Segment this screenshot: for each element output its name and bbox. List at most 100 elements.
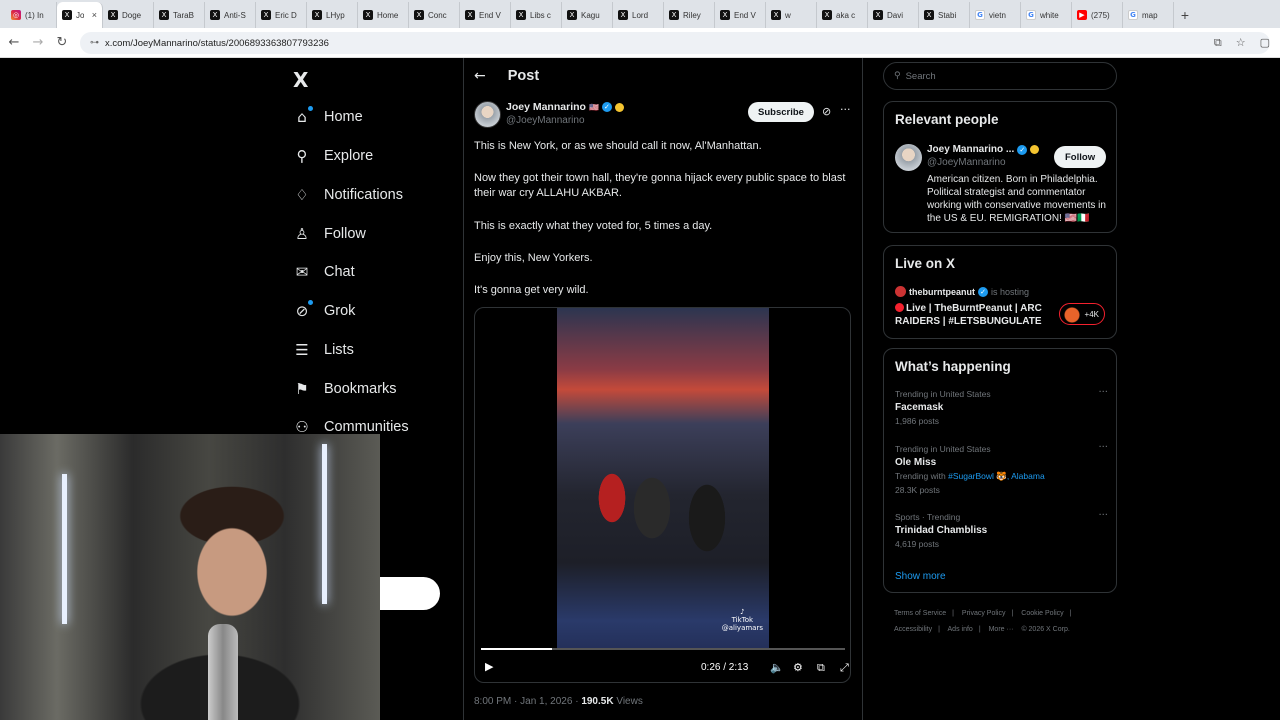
relevant-person-name[interactable]: Joey Mannarino ... ✓	[927, 144, 1040, 155]
trend-context-link[interactable]: #SugarBowl 🐯, Alabama	[948, 471, 1045, 481]
nav-explore-label: Explore	[324, 148, 374, 164]
views-count: 190.5K	[581, 696, 614, 707]
forward-icon[interactable]: →	[26, 35, 50, 50]
browser-tab[interactable]: Gwhite	[1021, 2, 1072, 28]
nav-notifications[interactable]: ♢ Notifications	[293, 183, 403, 207]
settings-icon[interactable]: ⚙	[793, 661, 803, 674]
browser-tab-strip: ◎ (1) In X Jo × X Doge X TaraB X Anti-S X Eric D X LHy…	[0, 0, 1280, 28]
nav-home[interactable]: ⌂ Home	[293, 105, 363, 129]
picture-in-picture-icon[interactable]: ⧉	[817, 661, 825, 675]
trend-name[interactable]: Facemask	[895, 402, 1110, 413]
author-name[interactable]: Joey Mannarino 🇺🇸 ✓	[506, 101, 624, 113]
x-icon: X	[363, 10, 373, 20]
bookmark-star-icon[interactable]: ☆	[1236, 36, 1246, 50]
nav-chat[interactable]: ✉ Chat	[293, 260, 355, 284]
more-options-icon[interactable]: ···	[840, 103, 851, 116]
x-icon: X	[720, 10, 730, 20]
show-more-link[interactable]: Show more	[895, 571, 946, 582]
browser-tab[interactable]: X Lord	[613, 2, 664, 28]
back-arrow-icon[interactable]: ←	[474, 68, 486, 84]
nav-lists[interactable]: ☰ Lists	[293, 338, 354, 362]
nav-grok[interactable]: ⊘ Grok	[293, 299, 355, 323]
browser-tab[interactable]: Gmap	[1123, 2, 1174, 28]
nav-explore[interactable]: ⚲ Explore	[293, 144, 374, 168]
relevant-person-handle[interactable]: @JoeyMannarino	[927, 157, 1006, 168]
trend-item[interactable]: Trending in United States Facemask 1,986…	[895, 387, 1110, 426]
browser-tab[interactable]: X Home	[358, 2, 409, 28]
browser-tab[interactable]: X Eric D	[256, 2, 307, 28]
avatar[interactable]	[474, 101, 501, 128]
x-logo[interactable]: X	[293, 68, 308, 92]
new-tab-icon[interactable]: +	[1174, 2, 1196, 28]
author-handle[interactable]: @JoeyMannarino	[506, 115, 585, 126]
footer-link[interactable]: Terms of Service	[894, 610, 946, 617]
subscribe-button[interactable]: Subscribe	[748, 102, 814, 122]
footer-link[interactable]: Ads info	[948, 626, 973, 633]
browser-tab[interactable]: X TaraB	[154, 2, 205, 28]
author-name-text[interactable]: Joey Mannarino	[506, 101, 586, 113]
live-listener-count[interactable]: +4K	[1059, 303, 1105, 325]
fullscreen-icon[interactable]: ⤢	[840, 661, 849, 675]
close-tab-icon[interactable]: ×	[92, 10, 97, 20]
search-box[interactable]: ⚲	[883, 62, 1117, 90]
live-stream-title-text[interactable]: Live | TheBurntPeanut | ARC RAIDERS | #L…	[895, 303, 1042, 327]
volume-icon[interactable]: 🔈	[770, 661, 784, 674]
footer-link[interactable]: Accessibility	[894, 626, 932, 633]
play-icon[interactable]: ▶	[485, 660, 493, 673]
more-options-icon[interactable]: ···	[1098, 387, 1108, 398]
install-icon[interactable]: ⧉	[1214, 36, 1222, 50]
video-frame[interactable]: ♪ TikTok @aliyamars	[557, 308, 769, 648]
browser-tab-label: End V	[734, 10, 756, 20]
x-icon: X	[261, 10, 271, 20]
browser-tab[interactable]: X Conc	[409, 2, 460, 28]
more-options-icon[interactable]: ···	[1098, 442, 1108, 453]
browser-tab[interactable]: X End V	[460, 2, 511, 28]
browser-tab[interactable]: X Davi	[868, 2, 919, 28]
url-text[interactable]: x.com/JoeyMannarino/status/2006893363807…	[105, 38, 329, 49]
video-player[interactable]: ♪ TikTok @aliyamars ▶ 0:26 / 2:13 🔈 ⚙ ⧉ …	[474, 307, 851, 683]
follow-button[interactable]: Follow	[1054, 146, 1107, 168]
browser-tab[interactable]: X End V	[715, 2, 766, 28]
browser-tab[interactable]: X LHyp	[307, 2, 358, 28]
address-bar[interactable]: ⊶ x.com/JoeyMannarino/status/20068933638…	[80, 32, 1270, 54]
trend-name[interactable]: Trinidad Chambliss	[895, 525, 1110, 536]
back-icon[interactable]: ←	[2, 35, 26, 50]
browser-tab[interactable]: X Kagu	[562, 2, 613, 28]
browser-tab[interactable]: Xw	[766, 2, 817, 28]
live-host[interactable]: theburntpeanut ✓ is hosting	[895, 286, 1029, 297]
avatar[interactable]	[895, 144, 922, 171]
browser-tab[interactable]: X Jo ×	[57, 2, 103, 28]
trend-item[interactable]: Sports · Trending Trinidad Chambliss 4,6…	[895, 510, 1110, 549]
footer-link[interactable]: Cookie Policy	[1021, 610, 1063, 617]
browser-tab[interactable]: X Doge	[103, 2, 154, 28]
browser-tab[interactable]: Xaka c	[817, 2, 868, 28]
extensions-icon[interactable]: ▢	[1260, 36, 1270, 50]
post-timestamp[interactable]: 8:00 PM · Jan 1, 2026	[474, 696, 572, 707]
relevant-person-name-text[interactable]: Joey Mannarino ...	[927, 144, 1014, 155]
site-info-icon[interactable]: ⊶	[90, 38, 99, 48]
nav-bookmarks[interactable]: ⚑ Bookmarks	[293, 377, 396, 401]
video-progress-bar[interactable]	[481, 648, 845, 650]
nav-follow[interactable]: ♙ Follow	[293, 222, 366, 246]
post-button-partial[interactable]	[380, 577, 440, 610]
host-name[interactable]: theburntpeanut	[909, 287, 975, 297]
add-person-icon: ♙	[295, 225, 309, 243]
search-input[interactable]	[905, 70, 1096, 82]
browser-tab[interactable]: ▶ (275)	[1072, 2, 1123, 28]
trend-name[interactable]: Ole Miss	[895, 457, 1110, 468]
post-meta: 8:00 PM · Jan 1, 2026 · 190.5K Views	[474, 696, 643, 707]
browser-tab[interactable]: X Libs c	[511, 2, 562, 28]
browser-tab[interactable]: X Riley	[664, 2, 715, 28]
trend-item[interactable]: Trending in United States Ole Miss Trend…	[895, 442, 1110, 495]
browser-tab[interactable]: Gvietn	[970, 2, 1021, 28]
browser-tab[interactable]: X Anti-S	[205, 2, 256, 28]
browser-tab-label: Anti-S	[224, 10, 246, 20]
footer-link[interactable]: More ···	[989, 626, 1014, 633]
live-stream-title[interactable]: Live | TheBurntPeanut | ARC RAIDERS | #L…	[895, 302, 1045, 328]
browser-tab[interactable]: X Stabi	[919, 2, 970, 28]
grok-explain-icon[interactable]: ⊘	[822, 105, 831, 118]
more-options-icon[interactable]: ···	[1098, 510, 1108, 521]
reload-icon[interactable]: ↻	[50, 35, 74, 50]
footer-link[interactable]: Privacy Policy	[962, 610, 1006, 617]
browser-tab[interactable]: ◎ (1) In	[6, 2, 57, 28]
